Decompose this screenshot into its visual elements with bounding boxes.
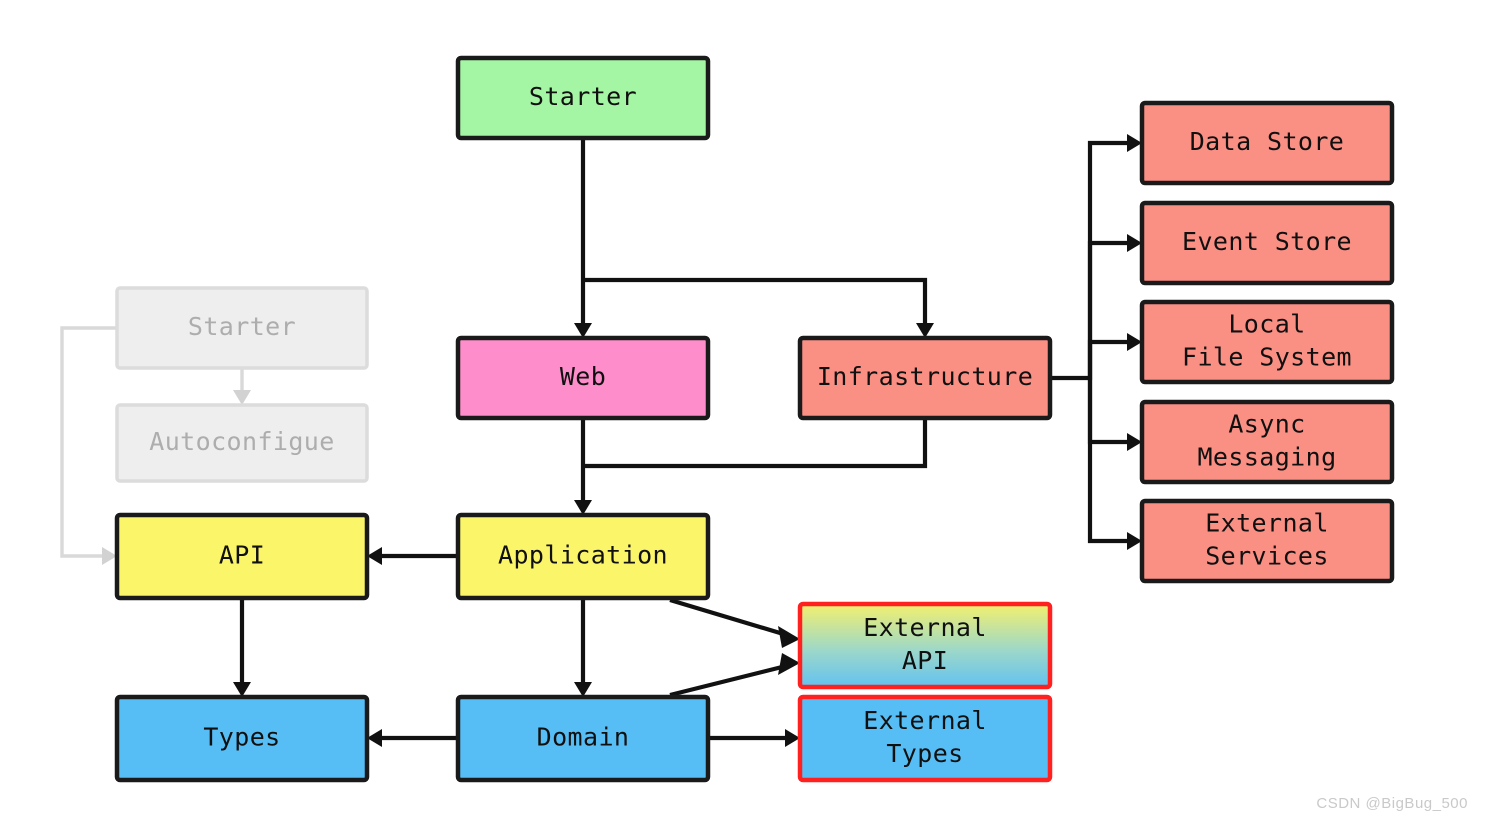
node-domain[interactable]: Domain <box>455 694 711 783</box>
edge-infra-to-local-fs <box>1087 333 1142 378</box>
node-web[interactable]: Web <box>455 335 711 421</box>
node-label-external-api: API <box>902 646 948 675</box>
node-autoconfigue[interactable]: Autoconfigue <box>115 403 369 483</box>
architecture-diagram: Starter Starter Autoconfigue Web Infrastruct… <box>0 0 1486 824</box>
edge-application-to-domain <box>574 598 592 697</box>
edge-api-to-types <box>233 598 251 697</box>
node-infrastructure[interactable]: Infrastructure <box>797 335 1053 421</box>
edge-muted-starter-to-autoconfigue <box>233 368 251 405</box>
node-event-store[interactable]: Event Store <box>1139 200 1395 286</box>
node-data-store[interactable]: Data Store <box>1139 100 1395 186</box>
edge-domain-to-types <box>367 729 458 747</box>
node-local-fs[interactable]: Local File System <box>1139 299 1395 385</box>
node-layer: Starter Starter Autoconfigue Web Infrastruct… <box>114 55 1395 783</box>
node-label-types: Types <box>203 723 280 752</box>
edge-domain-to-external-types <box>708 729 800 747</box>
node-api[interactable]: API <box>114 512 370 601</box>
node-label-application: Application <box>498 541 668 570</box>
node-ext-services[interactable]: External Services <box>1139 498 1395 584</box>
diagram-canvas: Starter Starter Autoconfigue Web Infrastruct… <box>60 55 1395 783</box>
node-external-types[interactable]: External Types <box>797 694 1053 783</box>
node-label-ext-services: Services <box>1205 542 1329 571</box>
node-label-api: API <box>219 541 265 570</box>
node-label-external-types: External <box>863 706 987 735</box>
node-starter[interactable]: Starter <box>455 55 711 141</box>
edge-infra-to-ext-services <box>1087 378 1142 550</box>
edge-application-to-external-api <box>669 597 800 648</box>
node-types[interactable]: Types <box>114 694 370 783</box>
watermark-label: CSDN @BigBug_500 <box>1316 795 1468 812</box>
node-label-infrastructure: Infrastructure <box>817 362 1033 391</box>
edge-muted-starter-to-api <box>60 326 117 565</box>
node-label-event-store: Event Store <box>1182 227 1352 256</box>
node-label-ext-services: External <box>1205 509 1329 538</box>
edge-infra-to-event-store <box>1087 234 1142 378</box>
node-label-local-fs: Local <box>1228 310 1305 339</box>
edge-infra-to-async-msg <box>1087 378 1142 451</box>
node-label-local-fs: File System <box>1182 343 1352 372</box>
node-label-domain: Domain <box>537 723 630 752</box>
node-label-autoconfigue: Autoconfigue <box>149 427 334 456</box>
node-label-data-store: Data Store <box>1190 127 1345 156</box>
node-external-api[interactable]: External API <box>797 601 1053 690</box>
node-label-external-api: External <box>863 613 987 642</box>
node-label-web: Web <box>560 362 606 391</box>
node-label-starter-muted: Starter <box>188 312 296 341</box>
edge-infrastructure-to-application <box>583 418 928 469</box>
edge-domain-to-external-api <box>669 653 800 698</box>
node-async-msg[interactable]: Async Messaging <box>1139 399 1395 485</box>
node-label-starter: Starter <box>529 82 637 111</box>
edge-starter-to-web <box>574 138 592 338</box>
edge-application-to-api <box>367 547 458 565</box>
node-application[interactable]: Application <box>455 512 711 601</box>
node-label-external-types: Types <box>886 739 963 768</box>
node-starter-muted[interactable]: Starter <box>115 286 369 370</box>
node-label-async-msg: Messaging <box>1197 443 1336 472</box>
node-label-async-msg: Async <box>1228 410 1305 439</box>
edge-starter-to-infrastructure <box>583 277 934 338</box>
